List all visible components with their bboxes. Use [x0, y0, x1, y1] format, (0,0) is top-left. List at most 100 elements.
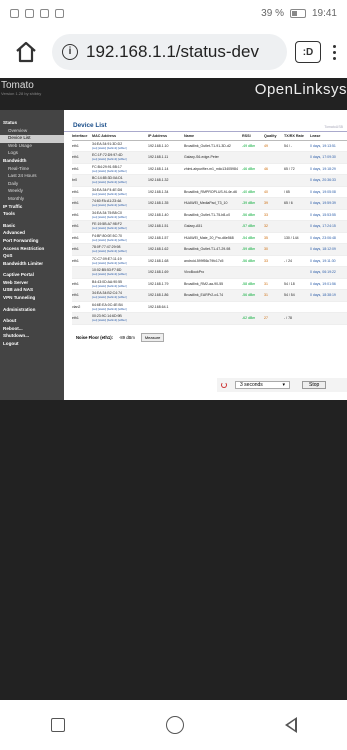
mac-action-links[interactable]: [oui] [static] [bwlimit] [wfilter] — [92, 169, 148, 173]
mac-action-links[interactable]: [oui] [static] [bwlimit] [wfilter] — [92, 272, 148, 276]
mac-action-links[interactable]: [oui] [static] [bwlimit] [wfilter] — [92, 238, 148, 242]
cell-quality: 33 — [264, 209, 284, 221]
cell-rate: 54 / 18 — [284, 278, 310, 290]
back-button[interactable] — [284, 717, 297, 733]
sidebar-item-advanced[interactable]: Advanced — [0, 230, 64, 238]
wifi-icon — [25, 8, 34, 18]
sidebar-item-monthly[interactable]: Monthly — [0, 196, 64, 204]
cell-rssi: -56 dBm — [242, 209, 264, 221]
sidebar-item-qos[interactable]: QoS — [0, 253, 64, 261]
clock: 19:41 — [311, 7, 337, 19]
cell-lease: 0 days, 18:12:09 — [310, 243, 347, 256]
cell-name: Broadlink_Outlet-T1-47-29-98 — [184, 243, 242, 256]
cell-lease: 0 days, 19:05:08 — [310, 186, 347, 198]
url-text[interactable]: 192.168.1.1/status-dev — [86, 42, 259, 62]
sidebar-item-status[interactable]: Status — [0, 120, 64, 128]
cell-mac: 00:23:9C:14:6D:9B [oui] [static] [bwlimit… — [92, 312, 148, 325]
cell-rssi: -58 dBm — [242, 278, 264, 290]
sidebar-item-shutdown[interactable]: Shutdown... — [0, 333, 64, 341]
device-table: Interface MAC Address IP Address Name RSSI Qu… — [72, 132, 347, 325]
sidebar-item-access-restriction[interactable]: Access Restriction — [0, 246, 64, 254]
sidebar-item-about[interactable]: About — [0, 318, 64, 326]
brand-subtext: Version 1.28 by shibby — [1, 91, 42, 96]
sidebar-item-web-server[interactable]: Web Server — [0, 280, 64, 288]
sidebar-item-daily[interactable]: Daily — [0, 181, 64, 189]
home-nav-button[interactable] — [165, 716, 184, 734]
mac-action-links[interactable]: [oui] [static] [bwlimit] [wfilter] — [92, 157, 148, 161]
recents-button[interactable] — [50, 718, 65, 732]
sidebar-item-vpn-tunneling[interactable]: VPN Tunneling — [0, 295, 64, 303]
cell-mac: FE:19:5B:A7:98:F2 [oui] [static] [bwlimit… — [92, 220, 148, 233]
mac-action-links[interactable]: [oui] [static] [bwlimit] [wfilter] — [92, 249, 148, 253]
ip-value: 192.168.64.1 — [148, 304, 169, 309]
sidebar-item-device-list[interactable]: Device List — [0, 135, 64, 143]
cell-rssi: -54 dBm — [242, 232, 264, 244]
cell-lease: 0 days, 19:59:39 — [310, 197, 347, 210]
rate-value: / 65 — [284, 189, 290, 194]
column-header[interactable]: Interface — [72, 132, 92, 141]
ip-value: 192.168.1.79 — [148, 281, 169, 286]
cell-ip: 192.168.1.69 — [148, 266, 184, 279]
sidebar-item-overview[interactable]: Overview — [0, 128, 64, 136]
name-value: Galaxy-S6-edge-Peter — [184, 155, 219, 160]
cell-rate: - / 78 — [284, 312, 310, 325]
home-button[interactable] — [8, 34, 44, 70]
column-header[interactable]: TX/RX Rate — [284, 132, 310, 141]
mac-action-links[interactable]: [oui] [static] [bwlimit] [wfilter] — [92, 307, 148, 311]
cell-rate: 130 / 144 — [284, 232, 310, 244]
rate-value: - / 78 — [284, 316, 292, 321]
cell-ip: 192.168.1.62 — [148, 243, 184, 256]
mac-action-links[interactable]: [oui] [static] [bwlimit] [wfilter] — [92, 295, 148, 299]
mac-action-links[interactable]: [oui] [static] [bwlimit] [wfilter] — [92, 146, 148, 150]
column-header[interactable]: Quality — [264, 132, 284, 141]
column-header[interactable]: Lease — [310, 132, 347, 141]
column-header[interactable]: Name — [184, 132, 242, 141]
mac-action-links[interactable]: [oui] [static] [bwlimit] [wfilter] — [92, 226, 148, 230]
mac-action-links[interactable]: [oui] [static] [bwlimit] [wfilter] — [92, 261, 148, 265]
mac-action-links[interactable]: [oui] [static] [bwlimit] [wfilter] — [92, 215, 148, 219]
cell-quality: 35 — [264, 232, 284, 244]
rssi-value: -49 dBm — [242, 143, 256, 148]
cell-mac: 10:02:B5:53:F7:8D [oui] [static] [bwlimit… — [92, 266, 148, 279]
ip-value: 192.168.1.14 — [148, 166, 169, 171]
sidebar-item-bandwidth[interactable]: Bandwidth — [0, 158, 64, 166]
mac-action-links[interactable]: [oui] [static] [bwlimit] [wfilter] — [92, 192, 148, 196]
lease-value: 0 days, 20:36:33 — [310, 178, 336, 183]
tab-switcher-button[interactable]: :D — [295, 41, 321, 63]
sidebar-item-usb-and-nas[interactable]: USB and NAS — [0, 287, 64, 295]
sidebar-item-captive-portal[interactable]: Captive Portal — [0, 272, 64, 280]
sidebar-item-administration[interactable]: Administration — [0, 307, 64, 315]
ip-value: 192.168.1.86 — [148, 293, 169, 298]
sidebar-item-bandwidth-limiter[interactable]: Bandwidth Limiter — [0, 261, 64, 269]
sidebar-item-reboot[interactable]: Reboot... — [0, 326, 64, 334]
address-bar[interactable]: i 192.168.1.1/status-dev — [52, 34, 287, 70]
dot-icon — [332, 44, 336, 48]
cell-lease: 0 days, 06:19:22 — [310, 266, 347, 279]
sidebar-item-logs[interactable]: Logs — [0, 150, 64, 158]
sidebar-item-weekly[interactable]: Weekly — [0, 188, 64, 196]
cell-lease: 0 days, 19:11:30 — [310, 255, 347, 267]
mac-action-links[interactable]: [oui] [static] [bwlimit] [wfilter] — [92, 180, 148, 184]
sidebar-item-last-24-hours[interactable]: Last 24 Hours — [0, 173, 64, 181]
mac-action-links[interactable]: [oui] [static] [bwlimit] [wfilter] — [92, 318, 148, 322]
sidebar-item-ip-traffic[interactable]: IP Traffic — [0, 204, 64, 212]
sidebar-item-web-usage[interactable]: Web Usage — [0, 143, 64, 151]
column-header[interactable]: MAC Address — [92, 132, 148, 141]
cell-iface: eth1 — [72, 209, 92, 221]
sidebar-item-real-time[interactable]: Real-Time — [0, 166, 64, 174]
mac-action-links[interactable]: [oui] [static] [bwlimit] [wfilter] — [92, 284, 148, 288]
stop-button[interactable]: Stop — [302, 381, 327, 389]
sidebar-item-tools[interactable]: Tools — [0, 211, 64, 219]
info-icon[interactable]: i — [62, 44, 78, 60]
sidebar-item-basic[interactable]: Basic — [0, 223, 64, 231]
column-header[interactable]: RSSI — [242, 132, 264, 141]
table-row: eth1 EC:1F:72:D9:97:4D [oui] [static] [bwl… — [72, 151, 347, 164]
refresh-interval-select[interactable]: 3 seconds ▾ — [235, 381, 290, 389]
overflow-menu-button[interactable] — [329, 44, 339, 60]
sidebar-item-logout[interactable]: Logout — [0, 341, 64, 349]
cell-rssi: -57 dBm — [242, 220, 264, 233]
column-header[interactable]: IP Address — [148, 132, 184, 141]
mac-action-links[interactable]: [oui] [static] [bwlimit] [wfilter] — [92, 203, 148, 207]
measure-button[interactable]: Measure — [140, 332, 165, 342]
sidebar-item-port-forwarding[interactable]: Port Forwarding — [0, 238, 64, 246]
